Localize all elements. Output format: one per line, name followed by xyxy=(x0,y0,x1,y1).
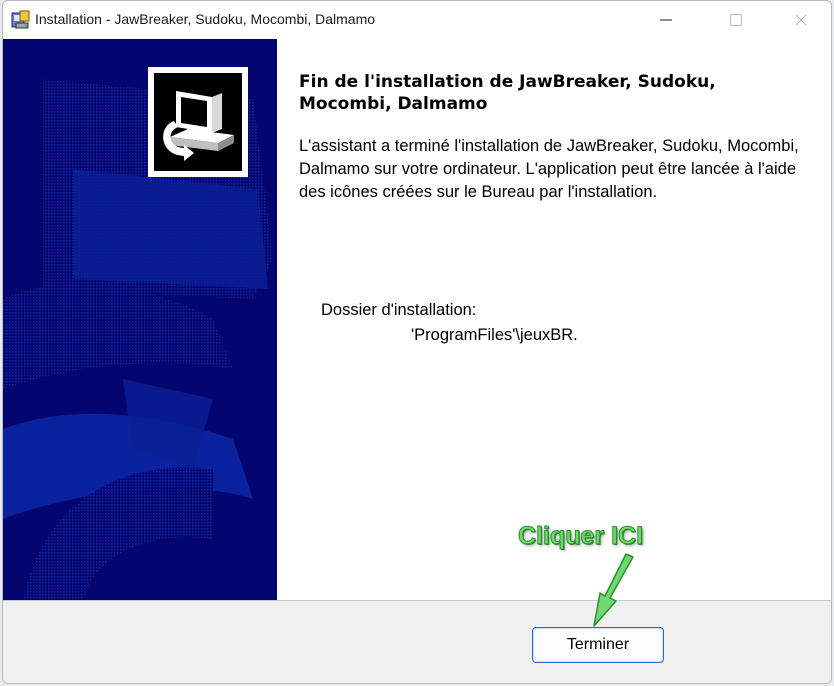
installer-window: Installation - JawBreaker, Sudoku, Mocom… xyxy=(2,0,832,684)
install-folder-label: Dossier d'installation: xyxy=(321,301,477,319)
page-title: Fin de l'installation de JawBreaker, Sud… xyxy=(299,72,716,114)
minimize-icon xyxy=(660,19,672,21)
computer-setup-icon xyxy=(154,73,242,171)
window-title: Installation - JawBreaker, Sudoku, Mocom… xyxy=(35,11,376,27)
completion-message: L'assistant a terminé l'installation de … xyxy=(299,137,799,201)
finish-button[interactable]: Terminer xyxy=(532,627,664,663)
title-bar: Installation - JawBreaker, Sudoku, Mocom… xyxy=(3,1,831,39)
wizard-footer: Terminer xyxy=(3,600,831,683)
wizard-side-banner xyxy=(3,39,277,601)
maximize-button[interactable] xyxy=(713,1,759,39)
minimize-button[interactable] xyxy=(643,1,689,39)
installer-logo xyxy=(148,67,248,177)
installer-app-icon xyxy=(11,10,31,30)
maximize-icon xyxy=(730,14,742,26)
install-folder-path: 'ProgramFiles'\jeuxBR. xyxy=(411,326,578,344)
close-icon xyxy=(795,14,807,26)
close-button[interactable] xyxy=(778,1,824,39)
wizard-content: Fin de l'installation de JawBreaker, Sud… xyxy=(277,39,831,601)
